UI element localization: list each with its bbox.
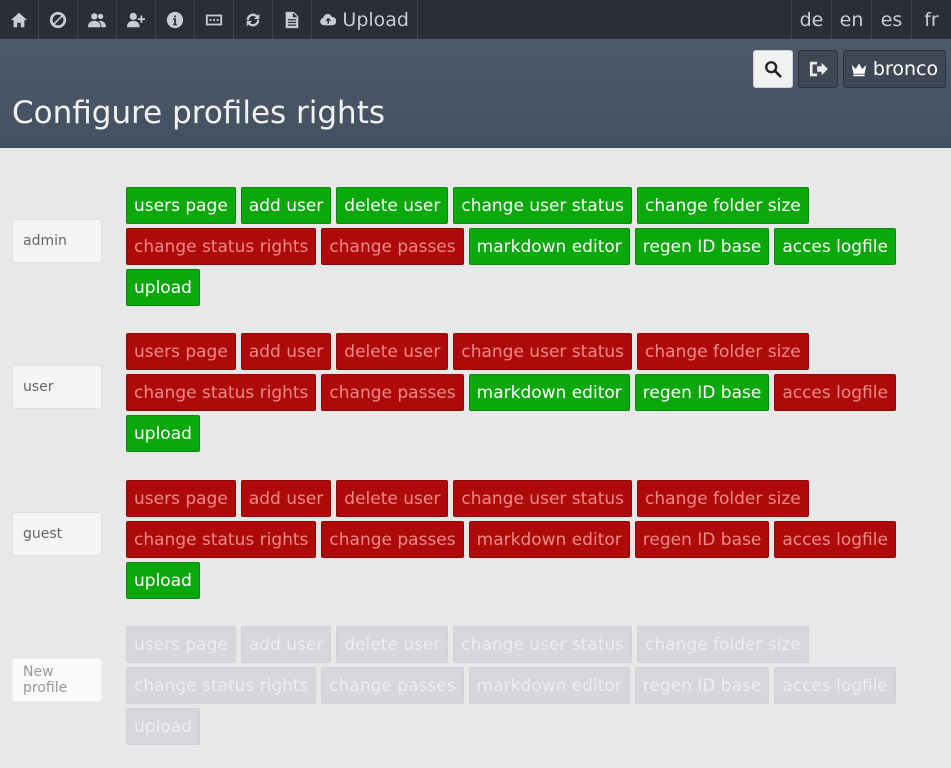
right-toggle-delete-user[interactable]: delete user xyxy=(336,626,449,663)
page-header: bronco Configure profiles rights xyxy=(0,39,951,148)
right-toggle-change-passes[interactable]: change passes xyxy=(321,228,464,265)
right-toggle-regen-id-base[interactable]: regen ID base xyxy=(634,374,770,411)
profile-name-field[interactable]: guest xyxy=(12,512,102,556)
ban-icon[interactable] xyxy=(39,0,78,39)
search-icon xyxy=(765,61,782,78)
right-toggle-regen-id-base[interactable]: regen ID base xyxy=(634,521,770,558)
search-button[interactable] xyxy=(753,50,793,88)
right-toggle-change-user-status[interactable]: change user status xyxy=(453,187,633,224)
right-toggle-change-passes[interactable]: change passes xyxy=(321,521,464,558)
right-toggle-change-status-rights[interactable]: change status rights xyxy=(126,374,317,411)
right-toggle-upload[interactable]: upload xyxy=(126,708,200,745)
nav-left: Upload xyxy=(0,0,418,39)
right-toggle-markdown-editor[interactable]: markdown editor xyxy=(468,667,630,704)
right-toggle-delete-user[interactable]: delete user xyxy=(336,187,449,224)
profile-name-field[interactable]: user xyxy=(12,365,102,409)
right-toggle-change-folder-size[interactable]: change folder size xyxy=(637,333,809,370)
right-toggle-change-status-rights[interactable]: change status rights xyxy=(126,521,317,558)
right-toggle-acces-logfile[interactable]: acces logfile xyxy=(774,228,896,265)
add-user-icon[interactable] xyxy=(117,0,156,39)
rights-group: users page add user delete user change user… xyxy=(126,187,926,306)
password-icon[interactable] xyxy=(195,0,234,39)
right-toggle-change-user-status[interactable]: change user status xyxy=(453,333,633,370)
right-toggle-users-page[interactable]: users page xyxy=(126,333,236,370)
right-toggle-markdown-editor[interactable]: markdown editor xyxy=(468,374,630,411)
rights-group: users page add user delete user change user… xyxy=(126,333,926,452)
right-toggle-add-user[interactable]: add user xyxy=(240,626,332,663)
right-toggle-regen-id-base[interactable]: regen ID base xyxy=(634,228,770,265)
rights-group: users page add user delete user change user… xyxy=(126,480,926,599)
right-toggle-acces-logfile[interactable]: acces logfile xyxy=(774,667,896,704)
right-toggle-delete-user[interactable]: delete user xyxy=(336,333,449,370)
language-switcher: de en es fr xyxy=(791,0,951,39)
right-toggle-markdown-editor[interactable]: markdown editor xyxy=(468,521,630,558)
lang-es[interactable]: es xyxy=(871,0,911,39)
right-toggle-change-folder-size[interactable]: change folder size xyxy=(637,187,809,224)
profile-name-field[interactable]: New profile xyxy=(12,658,102,702)
right-toggle-acces-logfile[interactable]: acces logfile xyxy=(774,374,896,411)
crown-icon xyxy=(851,63,867,77)
users-icon[interactable] xyxy=(78,0,117,39)
right-toggle-change-status-rights[interactable]: change status rights xyxy=(126,228,317,265)
right-toggle-change-user-status[interactable]: change user status xyxy=(453,626,633,663)
right-toggle-delete-user[interactable]: delete user xyxy=(336,480,449,517)
right-toggle-add-user[interactable]: add user xyxy=(240,480,332,517)
right-toggle-upload[interactable]: upload xyxy=(126,269,200,306)
right-toggle-acces-logfile[interactable]: acces logfile xyxy=(774,521,896,558)
right-toggle-change-passes[interactable]: change passes xyxy=(321,374,464,411)
document-icon[interactable] xyxy=(273,0,312,39)
user-menu-button[interactable]: bronco xyxy=(843,50,946,88)
right-toggle-users-page[interactable]: users page xyxy=(126,626,236,663)
profile-name-field[interactable]: admin xyxy=(12,219,102,263)
home-icon[interactable] xyxy=(0,0,39,39)
lang-en[interactable]: en xyxy=(831,0,871,39)
right-toggle-upload[interactable]: upload xyxy=(126,415,200,452)
right-toggle-add-user[interactable]: add user xyxy=(240,187,332,224)
refresh-icon[interactable] xyxy=(234,0,273,39)
upload-button[interactable]: Upload xyxy=(312,0,418,39)
rights-group: users page add user delete user change user… xyxy=(126,626,926,745)
right-toggle-add-user[interactable]: add user xyxy=(240,333,332,370)
page-title: Configure profiles rights xyxy=(12,95,386,131)
lang-fr[interactable]: fr xyxy=(911,0,951,39)
right-toggle-regen-id-base[interactable]: regen ID base xyxy=(634,667,770,704)
lang-de[interactable]: de xyxy=(791,0,831,39)
right-toggle-users-page[interactable]: users page xyxy=(126,187,236,224)
right-toggle-change-folder-size[interactable]: change folder size xyxy=(637,480,809,517)
right-toggle-change-passes[interactable]: change passes xyxy=(321,667,464,704)
username-label: bronco xyxy=(872,58,939,80)
top-navbar: Upload de en es fr xyxy=(0,0,951,39)
logout-icon xyxy=(809,61,828,77)
right-toggle-markdown-editor[interactable]: markdown editor xyxy=(468,228,630,265)
right-toggle-change-folder-size[interactable]: change folder size xyxy=(637,626,809,663)
cloud-upload-icon xyxy=(320,13,337,25)
right-toggle-users-page[interactable]: users page xyxy=(126,480,236,517)
right-toggle-change-user-status[interactable]: change user status xyxy=(453,480,633,517)
right-toggle-change-status-rights[interactable]: change status rights xyxy=(126,667,317,704)
right-toggle-upload[interactable]: upload xyxy=(126,562,200,599)
logout-button[interactable] xyxy=(798,50,838,88)
upload-label: Upload xyxy=(342,8,409,31)
info-icon[interactable] xyxy=(156,0,195,39)
